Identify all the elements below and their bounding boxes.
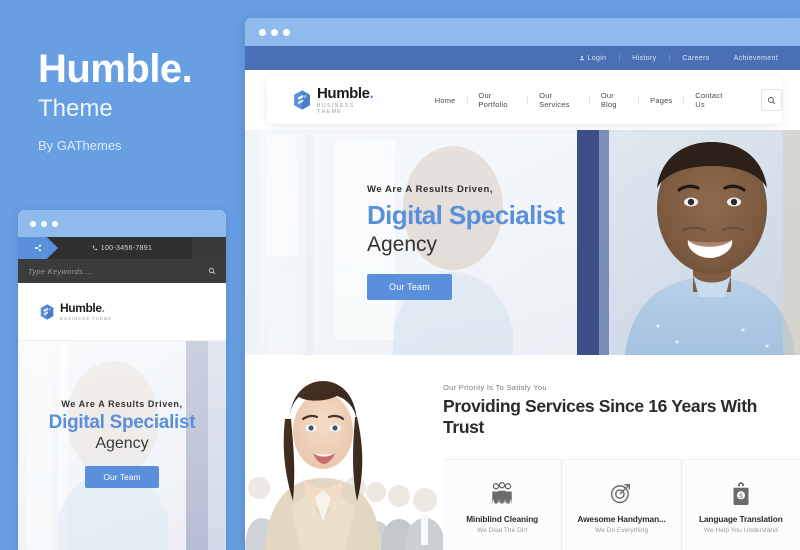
- topbar-link-login-label: Login: [587, 54, 607, 62]
- topbar-link-careers[interactable]: Careers: [682, 55, 709, 62]
- mobile-hero-section: We Are A Results Driven, Digital Special…: [18, 341, 226, 550]
- hero-text: We Are A Results Driven, Digital Special…: [367, 184, 565, 300]
- menu-item-home[interactable]: Home: [424, 96, 467, 105]
- share-icon[interactable]: [18, 237, 58, 259]
- businesswoman-photo: [245, 355, 447, 550]
- site-top-bar: Login | History | Careers Achievement: [245, 46, 800, 70]
- menu-item-our-portfolio[interactable]: Our Portfolio: [467, 91, 527, 109]
- service-name: Miniblind Cleaning: [466, 513, 539, 524]
- desktop-titlebar: [245, 18, 800, 46]
- topbar-link-history[interactable]: History: [632, 55, 656, 62]
- mobile-hero-headline: Digital Specialist: [48, 412, 196, 433]
- window-dot-maximize[interactable]: [52, 220, 58, 227]
- our-team-button[interactable]: Our Team: [367, 273, 452, 300]
- service-desc: We Deal The Dirt: [477, 526, 528, 534]
- window-dot-minimize[interactable]: [271, 28, 278, 36]
- mobile-logo[interactable]: Humble. BUSINESS THEME: [40, 302, 112, 321]
- mobile-logo-name: Humble.: [60, 301, 105, 315]
- window-dot-maximize[interactable]: [283, 28, 290, 36]
- shopping-bag-dollar-icon: $: [730, 478, 752, 508]
- mobile-mockup-window: 100-3456-7891 Type Keywords.... Humble. …: [18, 210, 226, 550]
- service-cards: Miniblind Cleaning We Deal The Dirt Awes…: [443, 459, 800, 550]
- service-card[interactable]: Miniblind Cleaning We Deal The Dirt: [443, 460, 563, 550]
- hero-headline: Digital Specialist: [367, 200, 565, 230]
- service-desc: We Do Everything: [594, 526, 648, 534]
- mobile-phone-number: 100-3456-7891: [100, 244, 153, 252]
- mobile-hero-subhead: Agency: [95, 435, 149, 452]
- mobile-search-placeholder: Type Keywords....: [28, 266, 93, 276]
- user-icon: [579, 56, 584, 61]
- mobile-our-team-button[interactable]: Our Team: [85, 466, 159, 488]
- promo-title: Humble.: [38, 47, 193, 91]
- services-eyebrow: Our Priority Is To Satisfy You: [443, 383, 547, 392]
- mobile-titlebar: [18, 210, 226, 237]
- hero-section: We Are A Results Driven, Digital Special…: [245, 130, 800, 355]
- menu-item-our-blog[interactable]: Our Blog: [590, 91, 638, 109]
- service-card[interactable]: Awesome Handyman... We Do Everything: [562, 460, 682, 550]
- service-name: Awesome Handyman...: [577, 513, 666, 524]
- site-nav-wrapper: Humble. BUSINESS THEME Home Our Portfoli…: [245, 70, 800, 130]
- services-photo: [245, 355, 447, 550]
- search-icon[interactable]: [761, 89, 782, 111]
- site-nav: Humble. BUSINESS THEME Home Our Portfoli…: [267, 76, 782, 124]
- mobile-topbar-right-block: [192, 237, 226, 259]
- phone-icon: [92, 245, 98, 251]
- window-dot-close[interactable]: [259, 28, 266, 36]
- services-heading-block: Our Priority Is To Satisfy You Providing…: [443, 383, 790, 439]
- hero-eyebrow: We Are A Results Driven,: [367, 184, 494, 195]
- mobile-search-bar[interactable]: Type Keywords....: [18, 259, 226, 283]
- services-title: Providing Services Since 16 Years With T…: [443, 396, 758, 438]
- people-group-icon: [490, 478, 514, 508]
- mobile-logo-tagline: BUSINESS THEME: [60, 316, 113, 321]
- search-icon[interactable]: [208, 267, 216, 275]
- mobile-top-bar: 100-3456-7891: [18, 237, 226, 259]
- topbar-separator: |: [668, 54, 671, 62]
- topbar-link-login[interactable]: Login: [579, 55, 607, 62]
- mobile-hero-text: We Are A Results Driven, Digital Special…: [18, 399, 226, 488]
- topbar-link-achievement[interactable]: Achievement: [734, 55, 778, 62]
- target-arrow-icon: [609, 478, 633, 508]
- hero-subhead: Agency: [367, 232, 438, 256]
- window-dot-close[interactable]: [30, 220, 36, 227]
- screenshot-root: Humble. Theme By GAThemes 100-3456-7891: [0, 0, 800, 550]
- svg-text:$: $: [739, 492, 743, 499]
- promo-panel: Humble. Theme By GAThemes: [38, 48, 238, 153]
- service-name: Language Translation: [698, 513, 783, 524]
- mobile-logo-bar: Humble. BUSINESS THEME: [18, 283, 226, 341]
- service-card[interactable]: $ Language Translation We Help You Under…: [682, 460, 800, 550]
- promo-byline: By GAThemes: [38, 138, 122, 154]
- mobile-hero-eyebrow: We Are A Results Driven,: [61, 399, 183, 409]
- menu-item-contact-us[interactable]: Contact Us: [684, 91, 739, 109]
- site-logo[interactable]: Humble. BUSINESS THEME: [293, 86, 376, 115]
- service-desc: We Help You Understand: [703, 526, 778, 534]
- humble-logo-icon: [294, 90, 310, 110]
- window-dot-minimize[interactable]: [41, 220, 47, 227]
- site-logo-tagline: BUSINESS THEME: [317, 102, 355, 115]
- services-section: Our Priority Is To Satisfy You Providing…: [245, 355, 800, 550]
- desktop-mockup-window: Login | History | Careers Achievement Hu…: [245, 18, 800, 550]
- topbar-separator: |: [618, 54, 621, 62]
- site-logo-name: Humble.: [317, 84, 374, 102]
- promo-subtitle: Theme: [38, 95, 113, 122]
- site-menu: Home Our Portfolio Our Services Our Blog…: [424, 91, 740, 109]
- menu-item-pages[interactable]: Pages: [639, 96, 683, 105]
- mobile-phone-number-wrap: 100-3456-7891: [92, 245, 152, 252]
- humble-logo-icon: [40, 303, 54, 320]
- menu-item-our-services[interactable]: Our Services: [528, 91, 589, 109]
